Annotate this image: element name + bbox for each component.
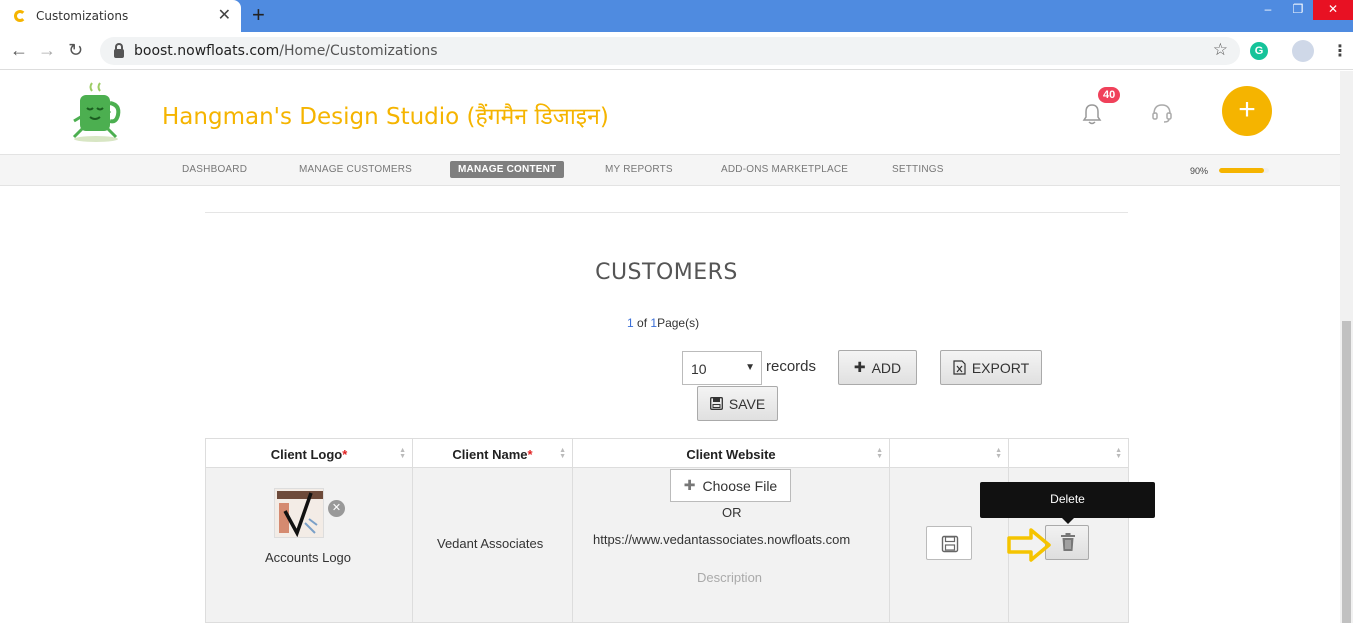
floppy-disk-icon (709, 397, 723, 410)
records-value: 10 (691, 361, 707, 377)
site-header: Hangman's Design Studio (हैंगमैन डिजाइन)… (0, 71, 1340, 155)
nav-manage-customers[interactable]: MANAGE CUSTOMERS (299, 164, 412, 175)
delete-tooltip: Delete (980, 482, 1155, 524)
page-title: CUSTOMERS (595, 260, 738, 285)
logo-caption: Accounts Logo (265, 550, 352, 565)
customers-table: Client Logo* ▲ ▼ Client Name* ▲ ▼ Client W… (205, 438, 1129, 623)
row-save-button[interactable] (926, 526, 972, 560)
records-label: records (766, 358, 817, 375)
back-arrow-icon[interactable]: ← (10, 40, 28, 61)
page-scrollbar[interactable] (1340, 71, 1353, 623)
lock-icon (114, 42, 124, 58)
nav-settings[interactable]: SETTINGS (892, 164, 944, 175)
nav-my-reports[interactable]: MY REPORTS (605, 164, 673, 175)
url-domain: boost.nowfloats.com (134, 43, 280, 59)
url-path: /Home/Customizations (279, 43, 438, 59)
description-field[interactable]: Description (697, 570, 762, 585)
brand-name[interactable]: Hangman's Design Studio (हैंगमैन डिजाइन) (162, 99, 609, 131)
pager-of: of (637, 316, 648, 330)
records-per-page-select[interactable]: 10 ▼ (682, 351, 762, 385)
sort-icon[interactable]: ▲ ▼ (399, 447, 406, 460)
window-controls: – ❐ ✕ (1253, 0, 1353, 20)
trash-icon (1061, 533, 1075, 551)
window-close-icon[interactable]: ✕ (1313, 0, 1353, 20)
grammarly-extension-icon[interactable]: G (1250, 42, 1268, 60)
address-bar: ← → ↻ boost.nowfloats.com/Home/Customiza… (0, 32, 1353, 70)
add-floating-button[interactable]: + (1222, 86, 1272, 136)
restore-icon[interactable]: ❐ (1283, 0, 1313, 20)
column-header-client-name[interactable]: Client Name* ▲ ▼ (413, 439, 573, 468)
profile-avatar[interactable] (1292, 40, 1314, 62)
website-value[interactable]: https://www.vedantassociates.nowfloats.c… (593, 532, 850, 547)
browser-menu-icon[interactable]: ⋮ (1332, 41, 1348, 61)
bell-icon[interactable] (1082, 103, 1102, 125)
nav-manage-content[interactable]: MANAGE CONTENT (450, 161, 565, 178)
forward-arrow-icon[interactable]: → (38, 40, 56, 61)
browser-tab[interactable]: Customizations ✕ (0, 0, 241, 32)
tab-title: Customizations (36, 9, 129, 23)
required-marker: * (527, 447, 533, 462)
progress-label: 90% (1190, 166, 1209, 176)
or-label: OR (722, 505, 742, 520)
add-button[interactable]: ✚ ADD (838, 350, 917, 385)
required-marker: * (342, 447, 348, 462)
excel-file-icon (953, 360, 966, 375)
nav-dashboard[interactable]: DASHBOARD (182, 164, 247, 175)
sort-icon[interactable]: ▲ ▼ (995, 447, 1002, 460)
pointer-arrow-icon (1007, 528, 1051, 562)
cell-client-logo: ✕ Accounts Logo (206, 468, 413, 622)
cell-client-website: ✚ Choose File OR https://www.vedantassoci… (573, 468, 890, 622)
column-header-client-website[interactable]: Client Website ▲ ▼ (573, 439, 890, 468)
pager-suffix: Page(s) (657, 316, 700, 330)
pager: 1 of 1Page(s) (627, 316, 699, 330)
sort-icon[interactable]: ▲ ▼ (559, 447, 566, 460)
plus-icon: ✚ (853, 359, 866, 375)
sort-icon[interactable]: ▲ ▼ (1115, 447, 1122, 460)
close-tab-icon[interactable]: ✕ (218, 7, 231, 25)
nav-addons-marketplace[interactable]: ADD-ONS MARKETPLACE (721, 164, 848, 175)
reload-icon[interactable]: ↻ (68, 40, 83, 61)
headset-icon[interactable] (1151, 102, 1173, 124)
sort-icon[interactable]: ▲ ▼ (876, 447, 883, 460)
column-header-delete[interactable]: ▲ ▼ (1009, 439, 1128, 468)
dropdown-caret-icon: ▼ (745, 362, 755, 373)
remove-logo-icon[interactable]: ✕ (328, 500, 345, 517)
export-button[interactable]: EXPORT (940, 350, 1042, 385)
profile-progress-bar (1219, 168, 1269, 173)
brand-logo[interactable] (56, 81, 132, 143)
save-button[interactable]: SAVE (697, 386, 778, 421)
url-input[interactable]: boost.nowfloats.com/Home/Customizations … (100, 37, 1240, 65)
minimize-icon[interactable]: – (1253, 0, 1283, 20)
scroll-thumb[interactable] (1342, 321, 1351, 623)
client-name-value[interactable]: Vedant Associates (437, 536, 543, 551)
column-header-save[interactable]: ▲ ▼ (890, 439, 1009, 468)
progress-fill (1219, 168, 1264, 173)
favicon-icon (14, 10, 26, 22)
cell-client-name: Vedant Associates (413, 468, 573, 622)
column-header-client-logo[interactable]: Client Logo* ▲ ▼ (206, 439, 413, 468)
notification-badge: 40 (1098, 87, 1121, 103)
client-logo-thumbnail[interactable] (274, 488, 324, 538)
current-page: 1 (627, 316, 634, 330)
bookmark-star-icon[interactable]: ☆ (1213, 40, 1228, 60)
main-nav: DASHBOARD MANAGE CUSTOMERS MANAGE CONTEN… (0, 155, 1340, 186)
browser-tab-bar: Customizations ✕ + – ❐ ✕ (0, 0, 1353, 32)
plus-icon: ✚ (683, 477, 696, 493)
new-tab-icon[interactable]: + (252, 4, 265, 26)
floppy-disk-icon (941, 535, 959, 553)
section-divider (205, 212, 1128, 213)
choose-file-button[interactable]: ✚ Choose File (670, 469, 791, 502)
